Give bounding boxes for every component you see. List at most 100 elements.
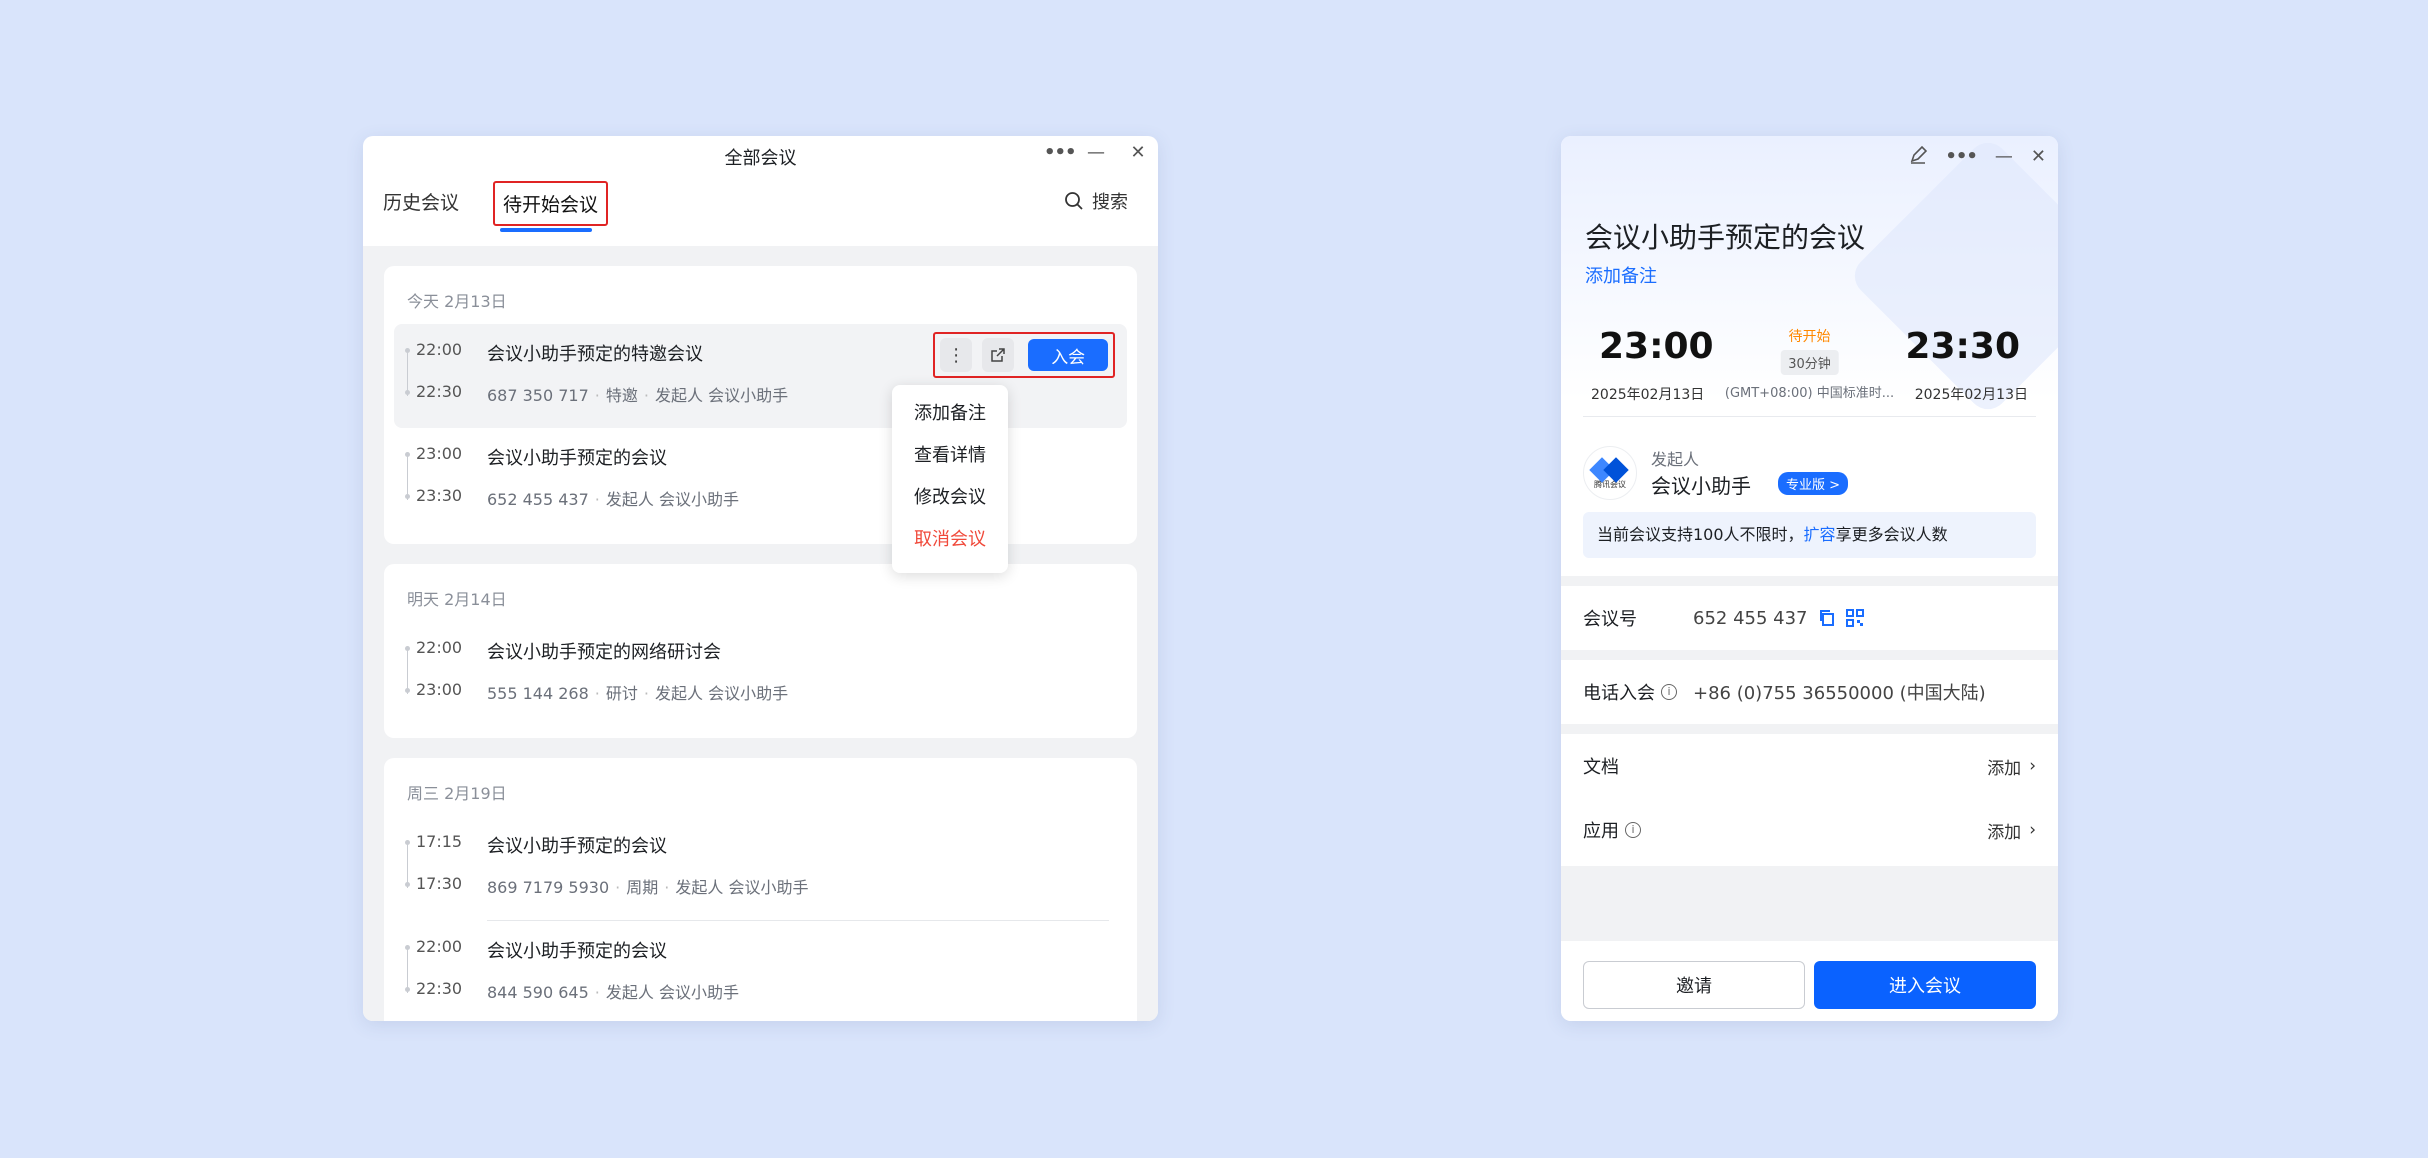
window-title: 全部会议 <box>724 148 797 169</box>
status-badge: 待开始 <box>1788 329 1831 345</box>
tab-history[interactable]: 历史会议 <box>375 176 467 227</box>
share-button[interactable] <box>982 338 1015 372</box>
meeting-detail-window: ••• — ✕ 会议小助手预定的会议 添加备注 23:00 23:30 2025… <box>1561 136 2058 1021</box>
day-header: 今天 2月13日 <box>407 292 507 311</box>
add-note-link[interactable]: 添加备注 <box>1585 262 1657 288</box>
meeting-number: 844 590 645 <box>487 983 589 1002</box>
titlebar: 全部会议 ••• — ✕ <box>363 136 1158 176</box>
meeting-host: 发起人 会议小助手 <box>605 490 739 509</box>
logo-mark <box>1593 457 1627 475</box>
timeline-dot <box>405 494 410 499</box>
end-time: 23:30 <box>416 486 463 505</box>
end-time: 17:30 <box>416 874 463 893</box>
host-section: 腾讯会议 发起人 会议小助手 专业版 > <box>1583 446 2036 506</box>
timezone: (GMT+08:00) 中国标准时... <box>1724 386 1895 401</box>
meeting-id-row: 会议号 652 455 437 <box>1561 586 2058 650</box>
time-section: 23:00 23:30 2025年02月13日 2025年02月13日 待开始 … <box>1561 326 2058 416</box>
more-icon[interactable]: ••• <box>1044 142 1077 163</box>
start-time: 22:00 <box>416 638 463 657</box>
tencent-meeting-logo: 腾讯会议 <box>1583 446 1637 500</box>
meeting-info: 844 590 645 · 发起人 会议小助手 <box>487 983 739 1002</box>
meeting-host: 发起人 会议小助手 <box>655 684 789 703</box>
timeline-dot <box>405 882 410 887</box>
menu-item-edit-meeting[interactable]: 修改会议 <box>892 477 1008 519</box>
menu-item-cancel-meeting[interactable]: 取消会议 <box>892 519 1008 561</box>
add-apps-label: 添加 <box>1987 822 2022 843</box>
meeting-tag: 研讨 <box>605 684 638 703</box>
end-time: 22:30 <box>416 382 463 401</box>
apps-row[interactable]: 应用 i 添加 › <box>1561 798 2058 862</box>
window-controls: ••• — ✕ <box>1909 146 2046 167</box>
close-icon[interactable]: ✕ <box>2031 146 2046 167</box>
enter-meeting-button[interactable]: 进入会议 <box>1814 961 2036 1009</box>
section-gap <box>1561 650 2058 660</box>
meeting-item[interactable]: 23:00 23:30 会议小助手预定的会议 652 455 437 · 发起人 会… <box>394 428 1127 532</box>
empty-area <box>1561 866 2058 942</box>
meeting-host: 发起人 会议小助手 <box>605 983 739 1002</box>
qr-code-icon[interactable] <box>1845 609 1864 627</box>
chevron-right-icon: › <box>2029 820 2036 840</box>
day-group: 周三 2月19日 17:15 17:30 会议小助手预定的会议 869 7179… <box>384 758 1137 1021</box>
close-icon[interactable]: ✕ <box>1128 142 1148 163</box>
meeting-info: 652 455 437 · 发起人 会议小助手 <box>487 490 739 509</box>
minimize-icon[interactable]: — <box>1995 146 2013 167</box>
divider <box>1583 416 2036 417</box>
phone-number: +86 (0)755 36550000 (中国大陆) <box>1693 683 1986 704</box>
meeting-item[interactable]: 22:00 23:00 会议小助手预定的网络研讨会 555 144 268 · 研讨… <box>394 622 1127 726</box>
host-name: 会议小助手 <box>1651 474 1751 498</box>
info-icon[interactable]: i <box>1625 822 1641 838</box>
meeting-info: 869 7179 5930 · 周期 · 发起人 会议小助手 <box>487 878 809 897</box>
more-options-button[interactable]: ⋮ <box>940 338 973 372</box>
info-icon[interactable]: i <box>1661 684 1677 700</box>
day-header: 明天 2月14日 <box>407 590 507 609</box>
meeting-list-window: 全部会议 ••• — ✕ 历史会议 待开始会议 搜索 今天 2月13日 22:0… <box>363 136 1158 1021</box>
day-group: 今天 2月13日 22:00 22:30 会议小助手预定的特邀会议 687 35… <box>384 266 1137 544</box>
more-icon[interactable]: ••• <box>1945 146 1978 167</box>
search-label: 搜索 <box>1092 192 1128 213</box>
meeting-info: 687 350 717 · 特邀 · 发起人 会议小助手 <box>487 386 789 405</box>
context-menu: 添加备注 查看详情 修改会议 取消会议 <box>892 385 1008 573</box>
expand-link[interactable]: 扩容 <box>1804 525 1836 544</box>
meeting-item[interactable]: 17:15 17:30 会议小助手预定的会议 869 7179 5930 · 周期 ·… <box>394 816 1127 920</box>
edit-icon[interactable] <box>1909 146 1928 164</box>
meeting-title: 会议小助手预定的会议 <box>1585 221 1866 254</box>
phone-row: 电话入会 i +86 (0)755 36550000 (中国大陆) <box>1561 660 2058 724</box>
meeting-id: 652 455 437 <box>1693 607 1808 629</box>
docs-label: 文档 <box>1583 757 1619 778</box>
search-icon <box>1065 192 1083 210</box>
meeting-name: 会议小助手预定的会议 <box>487 941 667 962</box>
meeting-tag: 周期 <box>626 878 659 897</box>
minimize-icon[interactable]: — <box>1086 142 1106 163</box>
menu-item-add-note[interactable]: 添加备注 <box>892 393 1008 435</box>
end-date: 2025年02月13日 <box>1914 387 2028 403</box>
meeting-actions: ⋮ 入会 <box>933 332 1115 378</box>
pro-badge[interactable]: 专业版 > <box>1778 472 1849 495</box>
footer: 邀请 进入会议 <box>1561 941 2058 1021</box>
end-time: 23:00 <box>416 680 463 699</box>
apps-label: 应用 <box>1583 821 1619 842</box>
tab-bar: 历史会议 待开始会议 搜索 <box>363 176 1158 232</box>
meeting-item[interactable]: 22:00 22:30 会议小助手预定的特邀会议 687 350 717 · 特邀 ·… <box>394 324 1127 428</box>
join-button[interactable]: 入会 <box>1028 339 1108 371</box>
search-button[interactable]: 搜索 <box>1064 188 1128 214</box>
chevron-right-icon: › <box>2029 756 2036 776</box>
meeting-number: 687 350 717 <box>487 386 589 405</box>
invite-button[interactable]: 邀请 <box>1583 961 1805 1009</box>
meeting-number: 555 144 268 <box>487 684 589 703</box>
copy-icon[interactable] <box>1818 609 1836 627</box>
start-time: 23:00 <box>416 444 463 463</box>
tab-upcoming[interactable]: 待开始会议 <box>493 181 609 226</box>
window-controls: ••• — ✕ <box>1044 142 1148 163</box>
docs-row[interactable]: 文档 添加 › <box>1561 734 2058 798</box>
meeting-item[interactable]: 22:00 22:30 会议小助手预定的会议 844 590 645 · 发起人 会… <box>394 921 1127 1021</box>
meeting-host: 发起人 会议小助手 <box>655 386 789 405</box>
meeting-name: 会议小助手预定的特邀会议 <box>487 344 703 365</box>
meeting-tag: 特邀 <box>605 386 638 405</box>
start-time: 22:00 <box>416 937 463 956</box>
day-group: 明天 2月14日 22:00 23:00 会议小助手预定的网络研讨会 555 1… <box>384 564 1137 738</box>
menu-item-view-details[interactable]: 查看详情 <box>892 435 1008 477</box>
capacity-suffix: 享更多会议人数 <box>1835 525 1948 544</box>
section-gap <box>1561 576 2058 586</box>
phone-label: 电话入会 <box>1583 683 1655 704</box>
start-date: 2025年02月13日 <box>1591 387 1705 403</box>
